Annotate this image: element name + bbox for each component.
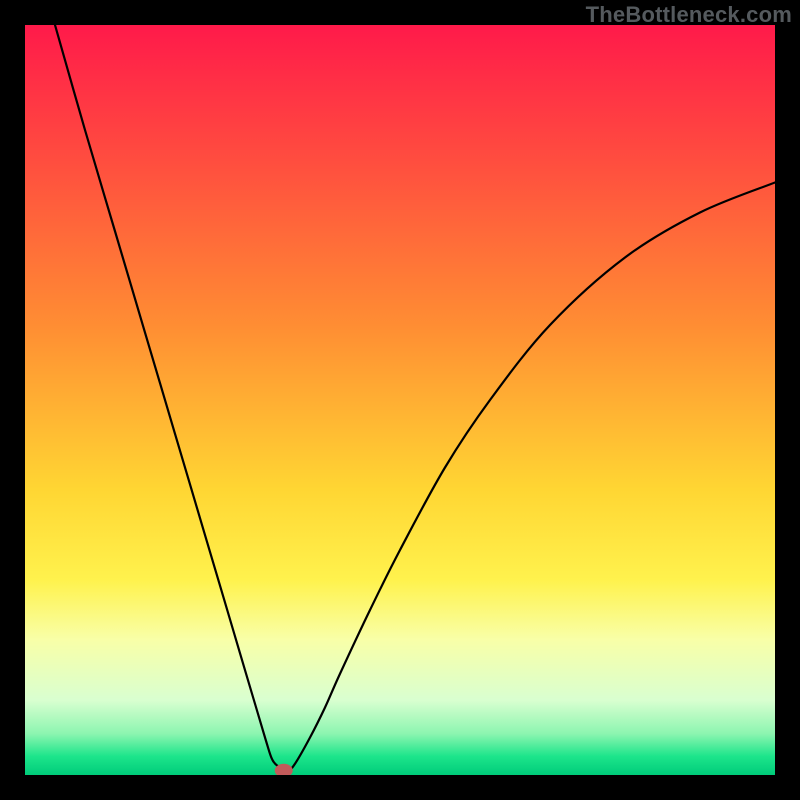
chart-frame: TheBottleneck.com	[0, 0, 800, 800]
curve-layer	[25, 25, 775, 775]
watermark-text: TheBottleneck.com	[586, 2, 792, 28]
plot-area	[25, 25, 775, 775]
bottleneck-curve	[55, 25, 775, 771]
